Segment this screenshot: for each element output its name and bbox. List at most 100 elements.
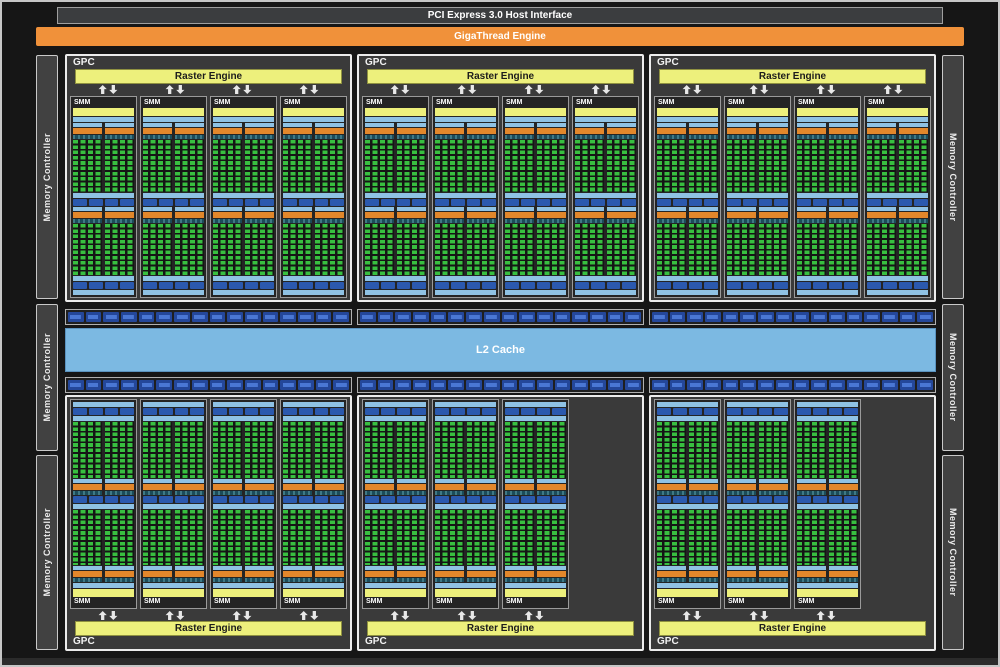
smm-row: SMMSMMSMMSMM [654,96,931,298]
core-grid [435,140,496,192]
light-blue-bar [829,123,858,127]
light-blue-bar [657,207,686,211]
light-blue-bar [435,416,496,421]
mem-segment-row [867,282,928,289]
crossbar-segment [68,312,84,322]
up-down-arrows-icon [681,611,703,620]
mem-segment [657,199,671,206]
light-blue-bar [689,207,718,211]
dark-teal-bar [397,135,426,139]
smm-subunit-stack [73,207,102,223]
orange-bar [73,484,102,490]
smm-subunit-stack [505,123,534,139]
core-grid-half [213,140,242,192]
pci-host-interface-bar: PCI Express 3.0 Host Interface [57,7,943,24]
mem-segment [299,199,313,206]
orange-bar [727,484,756,490]
arrow-cell [75,84,142,95]
bottom-strip [2,658,998,665]
gpc-top-3: GPCRaster EngineSMMSMMSMMSMM [649,54,936,302]
crossbar-group [65,377,352,393]
smm-block: SMM [864,96,931,298]
smm-subunit-stack [727,207,756,223]
smm-subunit-stack [467,207,496,223]
orange-bar [175,212,204,218]
smm-subunit-stack [175,566,204,582]
dark-teal-bar [867,135,896,139]
mem-segment [813,282,827,289]
mem-segment [105,199,119,206]
dark-teal-bar [689,219,718,223]
smm-subunit-stack [283,207,312,223]
mem-segment-row [727,282,788,289]
up-down-arrows-icon [748,611,770,620]
smm-subunit-stack [689,207,718,223]
core-grid-half [315,510,344,566]
core-grid [73,140,134,192]
mem-segment [689,199,703,206]
light-blue-bar [435,290,496,295]
core-grid [505,510,566,566]
dark-teal-bar [867,219,896,223]
orange-bar [315,128,344,134]
mem-segment [451,199,465,206]
dark-teal-bar [575,135,604,139]
core-grid-half [143,140,172,192]
mem-segment [105,408,119,415]
smm-subunit-stack [397,207,426,223]
core-grid-half [797,140,826,192]
mem-segment-row [365,408,426,415]
crossbar-row-bottom [65,377,936,393]
light-blue-bar [727,193,788,198]
core-grid [657,510,718,566]
light-blue-bar [689,479,718,483]
gpc-top-1: GPCRaster EngineSMMSMMSMMSMM [65,54,352,302]
mem-segment-row [435,282,496,289]
crossbar-segment [360,380,376,390]
light-blue-bar [505,276,566,281]
mem-segment [412,408,426,415]
crossbar-segment [68,380,84,390]
smm-subunit-stack [143,479,172,495]
dark-teal-bar [175,135,204,139]
memory-controller-label: Memory Controller [42,333,52,422]
crossbar-segment [156,380,172,390]
smm-subunit-header [73,207,134,223]
light-blue-bar [245,566,274,570]
light-blue-bar [175,566,204,570]
smm-subunit-stack [727,566,756,582]
mem-segment [451,282,465,289]
smm-subunit-stack [797,479,826,495]
mem-segment [467,496,481,503]
crossbar-group [357,377,644,393]
dark-teal-bar [727,135,756,139]
smm-block: SMM [724,399,791,609]
mem-segment [537,282,551,289]
mem-segment-row [727,496,788,503]
smm-subunit-stack [315,566,344,582]
arrow-cell [275,610,342,621]
mem-segment [482,282,496,289]
smm-subunit-stack [759,566,788,582]
smm-subunit-header [143,479,204,495]
smm-subunit-stack [759,479,788,495]
light-blue-bar [575,123,604,127]
core-grid-half [759,140,788,192]
light-blue-bar [213,416,274,421]
mem-segment [229,199,243,206]
mem-segment [759,496,773,503]
smm-subunit-stack [899,123,928,139]
mem-segment [397,282,411,289]
light-blue-bar [73,290,134,295]
up-down-arrows-icon [523,85,545,94]
mem-segment [451,408,465,415]
mem-segment [283,199,297,206]
gpc-label: GPC [361,636,640,648]
core-grid-half [73,422,102,478]
mem-segment [89,199,103,206]
smm-block: SMM [794,399,861,609]
mem-segment-row [505,199,566,206]
orange-bar [505,484,534,490]
dark-teal-bar [435,135,464,139]
raster-smm-arrows [659,610,926,621]
